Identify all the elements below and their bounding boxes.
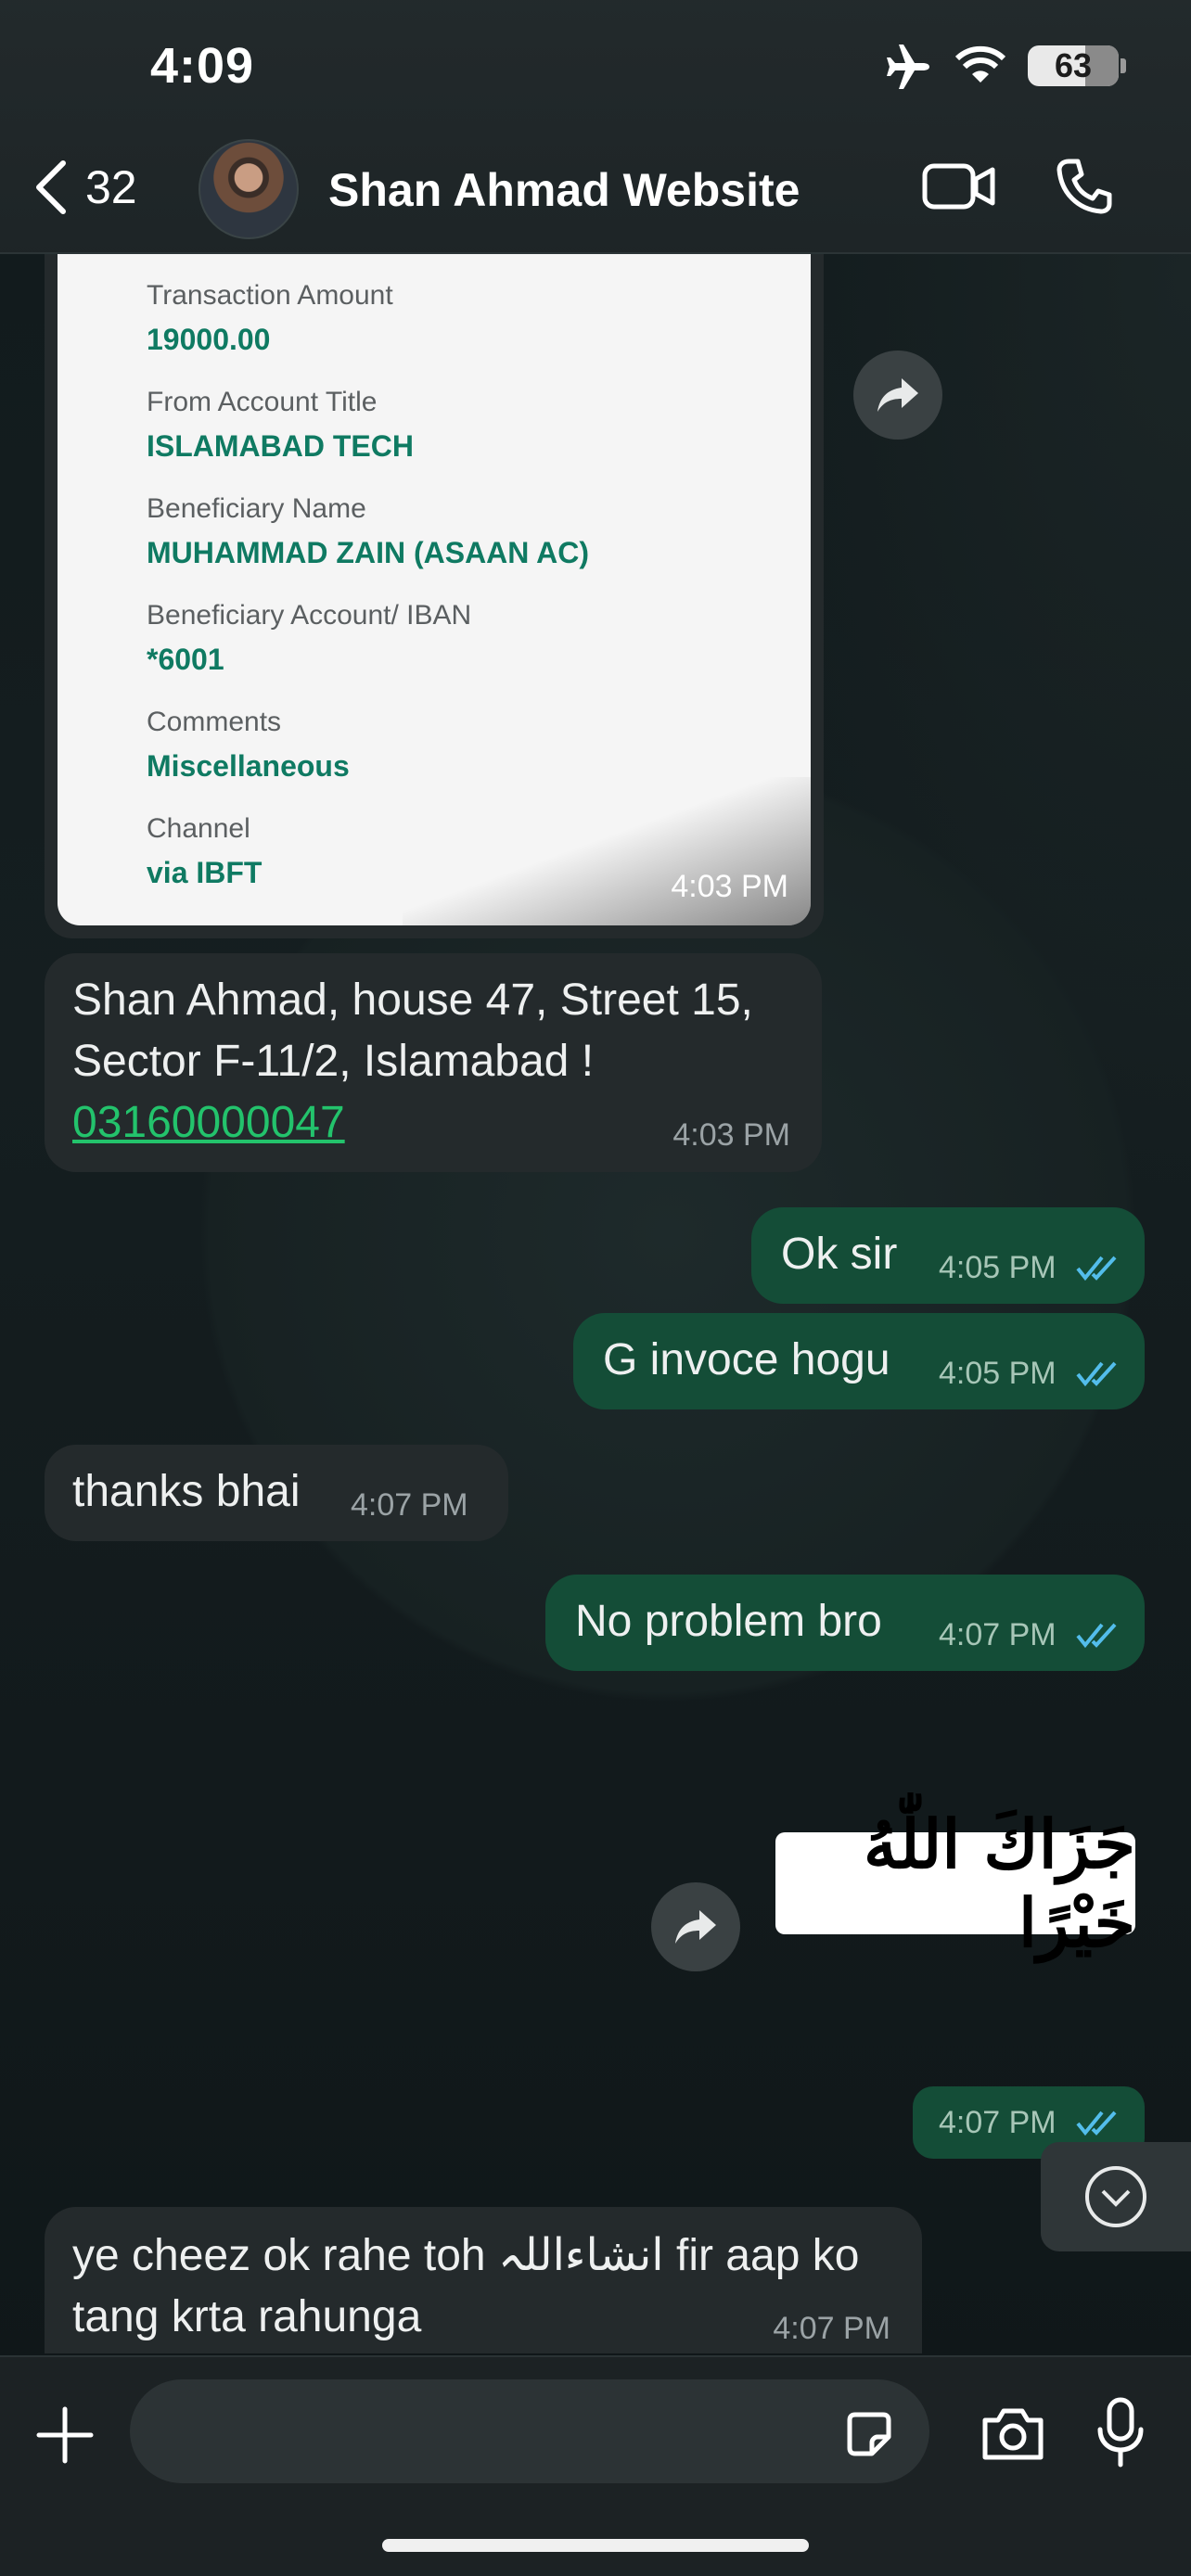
message-text: G invoce hogu <box>603 1335 890 1384</box>
outgoing-message[interactable]: No problem bro 4:07 PM <box>545 1575 1145 1671</box>
battery-level: 63 <box>1054 46 1093 84</box>
video-call-icon[interactable] <box>922 162 996 210</box>
forward-icon <box>877 378 918 412</box>
back-button[interactable]: 32 <box>32 159 137 215</box>
message-text: Shan Ahmad, house 47, Street 15, Sector … <box>72 970 753 1154</box>
wifi-icon <box>954 45 1006 83</box>
message-line: tang krta rahunga <box>72 2292 422 2341</box>
message-time: 4:07 PM <box>351 1487 468 1523</box>
voice-call-icon[interactable] <box>1056 158 1113 215</box>
receipt-field-label: From Account Title <box>147 387 378 417</box>
incoming-message[interactable]: Shan Ahmad, house 47, Street 15, Sector … <box>45 953 822 1172</box>
sticker-icon[interactable] <box>842 2407 896 2461</box>
chevron-down-icon <box>1085 2166 1146 2227</box>
forward-icon <box>675 1910 716 1944</box>
receipt-field-label: Beneficiary Name <box>147 493 366 524</box>
contact-name[interactable]: Shan Ahmad Website <box>328 163 800 217</box>
receipt-field: Channel via IBFT <box>147 813 262 890</box>
sticker-message[interactable]: جَزَاكَ اللّٰهُ خَيْرًا <box>775 1804 1135 1962</box>
message-input[interactable] <box>130 2379 929 2483</box>
forward-button[interactable] <box>651 1882 740 1971</box>
status-time: 4:09 <box>150 38 255 94</box>
message-time: 4:07 PM <box>939 1617 1057 1652</box>
incoming-message[interactable]: ye cheez ok rahe toh انشاءاللہ fir aap k… <box>45 2207 922 2353</box>
outgoing-message[interactable]: G invoce hogu 4:05 PM <box>573 1313 1145 1409</box>
scroll-to-bottom-button[interactable] <box>1041 2142 1191 2251</box>
message-time: 4:03 PM <box>671 869 788 904</box>
receipt-field-value: 19000.00 <box>147 323 271 356</box>
battery-indicator: 63 <box>1028 45 1119 86</box>
receipt-field-value: ISLAMABAD TECH <box>147 429 414 463</box>
home-indicator <box>382 2539 809 2552</box>
receipt-image: Transaction Amount 19000.00 From Account… <box>58 254 811 925</box>
message-line: Shan Ahmad, house 47, Street 15, <box>72 976 753 1025</box>
message-time: 4:05 PM <box>939 1356 1057 1391</box>
incoming-message[interactable]: thanks bhai 4:07 PM <box>45 1445 508 1541</box>
plus-icon[interactable] <box>35 2405 95 2465</box>
receipt-field: Beneficiary Name MUHAMMAD ZAIN (ASAAN AC… <box>147 493 589 570</box>
receipt-field-value: MUHAMMAD ZAIN (ASAAN AC) <box>147 536 589 569</box>
receipt-field-value: Miscellaneous <box>147 749 350 783</box>
receipt-field-label: Transaction Amount <box>147 280 393 311</box>
message-time: 4:03 PM <box>672 1117 790 1153</box>
message-text: thanks bhai <box>72 1467 301 1516</box>
phone-link[interactable]: 03160000047 <box>72 1092 753 1154</box>
receipt-field-value: via IBFT <box>147 856 263 889</box>
receipt-field: Comments Miscellaneous <box>147 707 350 784</box>
receipt-field-label: Channel <box>147 813 250 844</box>
chat-header: 4:09 63 32 Shan Ahmad Website <box>0 0 1191 254</box>
unread-count: 32 <box>85 161 137 213</box>
receipt-field-value: *6001 <box>147 643 224 676</box>
message-time: 4:07 PM <box>773 2311 890 2346</box>
avatar[interactable] <box>198 139 299 239</box>
read-receipt-icon <box>1076 1623 1117 1649</box>
message-time: 4:05 PM <box>939 1250 1057 1285</box>
receipt-field: From Account Title ISLAMABAD TECH <box>147 387 414 464</box>
forward-button[interactable] <box>853 351 942 440</box>
message-time: 4:07 PM <box>939 2105 1057 2140</box>
message-line: Sector F-11/2, Islamabad ! <box>72 1037 595 1086</box>
read-receipt-icon <box>1076 2111 1117 2136</box>
chevron-left-icon <box>36 160 66 214</box>
receipt-field-label: Beneficiary Account/ IBAN <box>147 600 472 631</box>
receipt-field-label: Comments <box>147 707 282 737</box>
microphone-icon[interactable] <box>1095 2396 1146 2470</box>
outgoing-message[interactable]: Ok sir 4:05 PM <box>751 1207 1145 1304</box>
receipt-image-message[interactable]: Transaction Amount 19000.00 From Account… <box>45 254 824 938</box>
receipt-field: Transaction Amount 19000.00 <box>147 280 393 357</box>
sticker-text: جَزَاكَ اللّٰهُ خَيْرًا <box>863 1804 1135 1962</box>
message-line: ye cheez ok rahe toh انشاءاللہ fir aap k… <box>72 2231 860 2280</box>
status-icons: 63 <box>883 43 1126 89</box>
message-text: Ok sir <box>781 1230 898 1279</box>
airplane-mode-icon <box>887 45 929 89</box>
message-text: ye cheez ok rahe toh انشاءاللہ fir aap k… <box>72 2225 859 2348</box>
read-receipt-icon <box>1076 1361 1117 1387</box>
receipt-field: Beneficiary Account/ IBAN *6001 <box>147 600 471 677</box>
message-text: No problem bro <box>575 1597 882 1646</box>
read-receipt-icon <box>1076 1256 1117 1282</box>
camera-icon[interactable] <box>980 2405 1046 2463</box>
